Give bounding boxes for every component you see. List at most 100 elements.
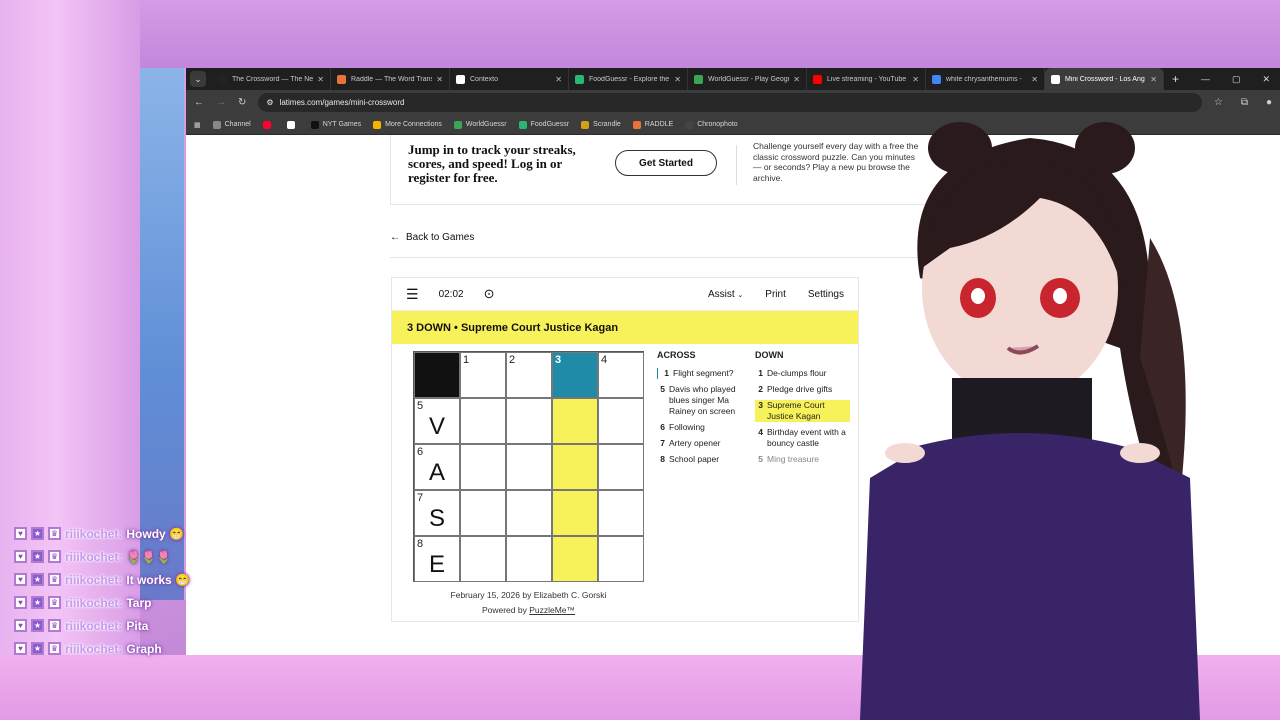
bookmark-item[interactable]: [262, 120, 275, 129]
grid-cell[interactable]: 8E: [414, 536, 460, 582]
grid-cell[interactable]: [460, 536, 506, 582]
url-text: latimes.com/games/mini-crossword: [279, 98, 405, 107]
bookmark-item[interactable]: Channel: [212, 120, 251, 129]
address-bar[interactable]: ⚙ latimes.com/games/mini-crossword: [258, 93, 1202, 112]
settings-button[interactable]: Settings: [808, 289, 844, 300]
clue-number: 7: [660, 438, 665, 448]
assist-label: Assist: [707, 288, 735, 300]
grid-cell[interactable]: 6A: [414, 444, 460, 490]
bookmark-item[interactable]: NYT Games: [310, 120, 361, 129]
bookmark-item[interactable]: Chronophoto: [685, 120, 738, 129]
grid-cell[interactable]: [552, 444, 598, 490]
close-tab-icon[interactable]: ✕: [1150, 75, 1157, 84]
bookmark-item[interactable]: More Connections: [373, 120, 442, 129]
grid-cell[interactable]: [552, 536, 598, 582]
profile-avatar-icon[interactable]: ●: [1266, 97, 1272, 108]
browser-tab[interactable]: Contexto ✕: [450, 68, 569, 90]
grid-cell[interactable]: [552, 490, 598, 536]
down-clue[interactable]: 3 Supreme Court Justice Kagan: [755, 400, 850, 422]
chat-text: Graph: [126, 641, 162, 656]
timer: 02:02: [438, 288, 464, 300]
grid-cell[interactable]: [598, 490, 644, 536]
grid-cell[interactable]: [506, 444, 552, 490]
clue-number: 1: [758, 368, 763, 378]
browser-tab[interactable]: The Crossword — The New ✕: [212, 68, 331, 90]
puzzleme-link[interactable]: PuzzleMe™: [529, 605, 575, 615]
grid-cell[interactable]: [460, 398, 506, 444]
bookmark-favicon-icon: [453, 120, 462, 129]
pause-timer-icon[interactable]: ⊙: [484, 286, 495, 302]
assist-dropdown[interactable]: Assist ⌄: [708, 289, 743, 300]
new-tab-icon[interactable]: +: [1172, 72, 1179, 86]
down-clue[interactable]: 4 Birthday event with a bouncy castle: [755, 427, 850, 449]
clue-number: 6: [660, 422, 665, 432]
grid-cell[interactable]: 7S: [414, 490, 460, 536]
apps-grid-icon[interactable]: ▦: [194, 121, 201, 129]
grid-cell[interactable]: [552, 398, 598, 444]
close-tab-icon[interactable]: ✕: [674, 75, 681, 84]
browser-tab[interactable]: white chrysanthemums - ✕: [926, 68, 1045, 90]
tab-favicon-icon: [1051, 74, 1060, 84]
bookmark-item[interactable]: [286, 120, 299, 129]
grid-cell[interactable]: 3: [552, 352, 598, 398]
bookmark-item[interactable]: Scrandle: [581, 120, 621, 129]
maximize-icon[interactable]: ▢: [1232, 74, 1241, 85]
across-clue[interactable]: 6 Following: [657, 422, 752, 433]
menu-icon[interactable]: ☰: [406, 286, 419, 303]
grid-cell[interactable]: [598, 536, 644, 582]
bookmark-item[interactable]: FoodGuessr: [518, 120, 569, 129]
bookmark-item[interactable]: WorldGuessr: [453, 120, 507, 129]
close-tab-icon[interactable]: ✕: [1031, 75, 1038, 84]
grid-cell[interactable]: [506, 490, 552, 536]
close-tab-icon[interactable]: ✕: [793, 75, 800, 84]
browser-tab[interactable]: FoodGuessr - Explore the ✕: [569, 68, 688, 90]
grid-cell[interactable]: [506, 536, 552, 582]
tab-search-icon[interactable]: ⌄: [190, 71, 206, 87]
grid-cell[interactable]: 1: [460, 352, 506, 398]
across-clue[interactable]: 7 Artery opener: [657, 438, 752, 449]
grid-cell[interactable]: 4: [598, 352, 644, 398]
bookmark-favicon-icon: [310, 120, 319, 129]
grid-cell[interactable]: [460, 490, 506, 536]
browser-tab[interactable]: Raddle — The Word Trans ✕: [331, 68, 450, 90]
across-clue[interactable]: 5 Davis who played blues singer Ma Rainey…: [657, 384, 752, 417]
grid-cell[interactable]: 2: [506, 352, 552, 398]
extensions-icon[interactable]: ⧉: [1241, 97, 1248, 108]
across-clue[interactable]: 1 Flight segment?: [657, 368, 752, 379]
bookmark-item[interactable]: RADDLE: [632, 120, 673, 129]
minimize-icon[interactable]: —: [1201, 74, 1210, 85]
puzzle-toolbar-right: Assist ⌄ Print Settings: [708, 289, 844, 300]
grid-cell[interactable]: [460, 444, 506, 490]
crown-badge-icon: ♛: [48, 619, 61, 632]
back-icon[interactable]: ←: [194, 97, 204, 108]
tab-title: The Crossword — The New: [232, 75, 314, 83]
crown-badge-icon: ♛: [48, 642, 61, 655]
close-tab-icon[interactable]: ✕: [317, 75, 324, 84]
back-to-games-link[interactable]: ← Back to Games: [390, 232, 474, 243]
down-clue[interactable]: 1 De-clumps flour: [755, 368, 850, 379]
grid-cell[interactable]: [598, 444, 644, 490]
bookmark-star-icon[interactable]: ☆: [1214, 97, 1223, 108]
current-clue-banner: 3 DOWN • Supreme Court Justice Kagan: [392, 311, 858, 344]
heart-badge-icon: ♥: [14, 619, 27, 632]
chat-username: riiikochet:: [65, 595, 123, 610]
grid-cell[interactable]: [598, 398, 644, 444]
close-tab-icon[interactable]: ✕: [912, 75, 919, 84]
browser-tab[interactable]: WorldGuessr - Play Geogr ✕: [688, 68, 807, 90]
close-window-icon[interactable]: ✕: [1262, 74, 1270, 85]
room-ceiling: [140, 0, 1280, 68]
across-clue[interactable]: 8 School paper: [657, 454, 752, 465]
print-button[interactable]: Print: [765, 289, 786, 300]
grid-cell[interactable]: 5V: [414, 398, 460, 444]
down-clue[interactable]: 2 Pledge drive gifts: [755, 384, 850, 395]
close-tab-icon[interactable]: ✕: [555, 75, 562, 84]
get-started-button[interactable]: Get Started: [615, 150, 717, 176]
site-info-icon[interactable]: ⚙: [266, 98, 273, 107]
browser-tab[interactable]: Live streaming - YouTube ✕: [807, 68, 926, 90]
browser-tab[interactable]: Mini Crossword - Los Ang ✕: [1045, 68, 1164, 90]
close-tab-icon[interactable]: ✕: [436, 75, 443, 84]
forward-icon[interactable]: →: [216, 97, 226, 108]
grid-cell[interactable]: [506, 398, 552, 444]
reload-icon[interactable]: ↻: [238, 97, 246, 108]
down-clue[interactable]: 5 Ming treasure: [755, 454, 850, 465]
